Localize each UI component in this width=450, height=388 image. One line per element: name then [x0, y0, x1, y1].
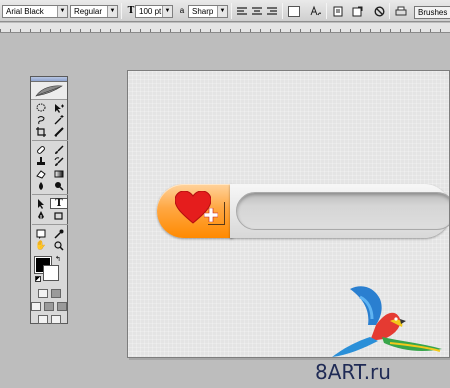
crop-tool-icon[interactable] [32, 126, 50, 137]
eraser-tool-icon[interactable] [32, 168, 50, 179]
separator [32, 138, 68, 141]
align-right-icon[interactable] [265, 4, 279, 18]
lasso-tool-icon[interactable] [32, 114, 50, 125]
eyedropper-tool-icon[interactable] [50, 228, 68, 239]
type-tool-icon[interactable]: T [50, 198, 68, 209]
notes-tool-icon[interactable] [32, 228, 50, 239]
font-family-value: Arial Black [6, 7, 44, 16]
hand-tool-icon[interactable]: ✋ [32, 240, 50, 251]
screen-mode-full-icon[interactable] [57, 302, 67, 311]
history-brush-tool-icon[interactable] [50, 156, 68, 167]
chevron-down-icon: ▼ [107, 6, 117, 17]
search-field-frame [230, 184, 449, 238]
text-color-swatch[interactable] [287, 4, 301, 18]
chevron-down-icon: ▼ [57, 6, 67, 17]
separator [326, 3, 327, 19]
move-tool-icon[interactable] [50, 102, 68, 113]
brush-tool-icon[interactable] [50, 144, 68, 155]
separator [32, 222, 68, 225]
font-size-select[interactable]: 100 pt ▼ [135, 5, 173, 18]
separator [231, 3, 232, 19]
swap-colors-icon[interactable]: ↰ [55, 255, 61, 263]
quick-mask-mode-icon[interactable] [50, 289, 61, 298]
marquee-tool-icon[interactable] [32, 102, 50, 113]
font-family-select[interactable]: Arial Black ▼ [2, 5, 68, 18]
feather-logo-icon[interactable] [31, 82, 67, 100]
pen-tool-icon[interactable] [32, 210, 50, 221]
slice-tool-icon[interactable] [50, 126, 68, 137]
document-canvas[interactable] [127, 70, 450, 358]
align-center-icon[interactable] [250, 4, 264, 18]
healing-brush-tool-icon[interactable] [32, 144, 50, 155]
print-icon[interactable] [394, 4, 408, 18]
text-cursor [224, 202, 225, 225]
gradient-tool-icon[interactable] [50, 168, 68, 179]
separator [121, 3, 122, 19]
chevron-down-icon: ▼ [217, 6, 227, 17]
default-colors-icon[interactable] [35, 276, 41, 282]
align-left-icon[interactable] [235, 4, 249, 18]
antialias-value: Sharp [192, 7, 214, 16]
watermark-text: 8ART.ru [315, 360, 391, 384]
text-cursor-baseline [208, 224, 225, 225]
cancel-icon[interactable] [372, 4, 386, 18]
imageready-icon[interactable] [50, 315, 61, 324]
clone-stamp-tool-icon[interactable] [32, 156, 50, 167]
background-color-swatch[interactable] [43, 265, 59, 281]
separator [389, 3, 390, 19]
path-selection-tool-icon[interactable] [32, 198, 50, 209]
options-bar: Arial Black ▼ Regular ▼ T 100 pt ▼ a Sha… [0, 0, 450, 22]
shape-tool-icon[interactable] [50, 210, 68, 221]
screen-mode-standard-icon[interactable] [31, 302, 41, 311]
magic-wand-tool-icon[interactable] [50, 114, 68, 125]
warp-text-icon[interactable] [308, 4, 322, 18]
zoom-tool-icon[interactable] [50, 240, 68, 251]
horizontal-ruler [0, 23, 450, 33]
brushes-tab[interactable]: Brushes [414, 6, 450, 19]
antialias-icon: a [179, 6, 185, 15]
commit-icon[interactable] [350, 4, 364, 18]
search-field [236, 192, 449, 230]
chevron-down-icon: ▼ [162, 6, 172, 17]
screen-mode-full-menu-icon[interactable] [44, 302, 54, 311]
font-size-value: 100 pt [139, 7, 162, 16]
plus-icon [204, 208, 218, 222]
palettes-icon[interactable] [331, 4, 345, 18]
jump-to-imageready-icon[interactable] [37, 315, 48, 324]
font-style-select[interactable]: Regular ▼ [70, 5, 118, 18]
parrot-logo-icon [332, 286, 442, 357]
separator [282, 3, 283, 19]
font-style-value: Regular [74, 7, 103, 16]
standard-mode-icon[interactable] [37, 289, 48, 298]
blur-tool-icon[interactable] [32, 180, 50, 191]
toolbox: T ✋ ↰ [30, 76, 68, 324]
separator [32, 192, 68, 195]
dodge-tool-icon[interactable] [50, 180, 68, 191]
antialias-select[interactable]: Sharp ▼ [188, 5, 228, 18]
